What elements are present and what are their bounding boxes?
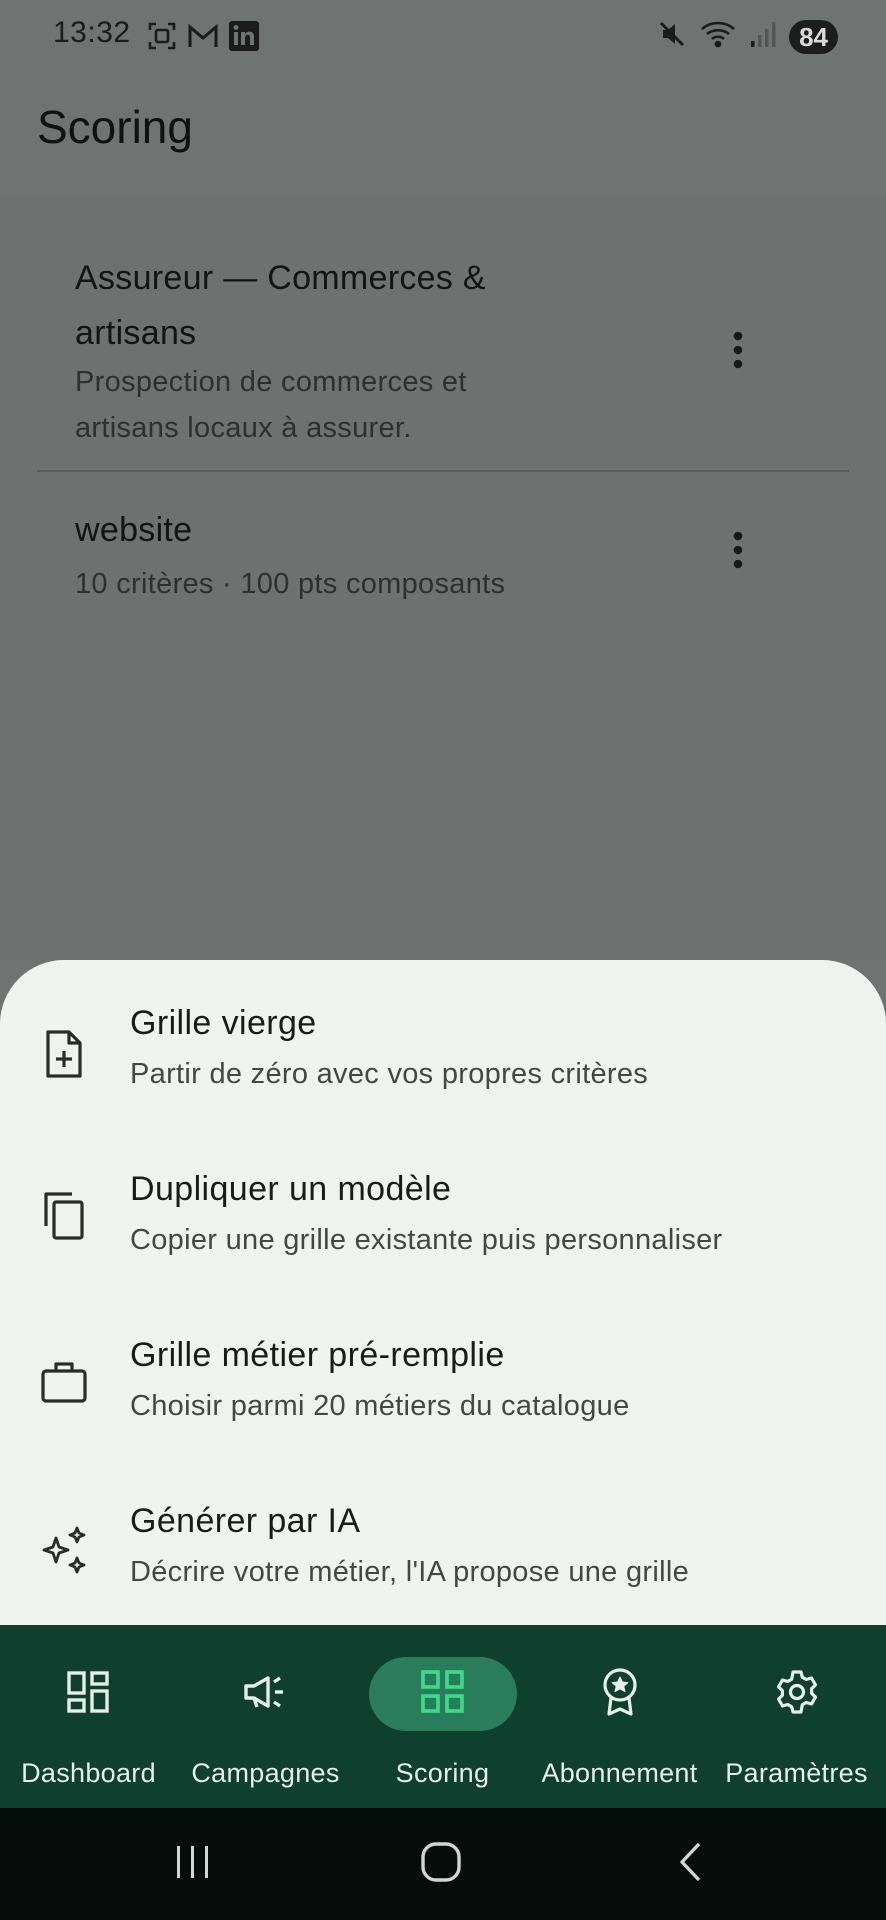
badge-icon — [600, 1667, 640, 1722]
grid-subtitle: Prospection de commerces et artisans loc… — [75, 366, 467, 444]
option-title: Dupliquer un modèle — [130, 1170, 452, 1208]
grid-icon — [420, 1669, 466, 1720]
linkedin-icon — [228, 20, 260, 57]
option-subtitle: Choisir parmi 20 métiers du catalogue — [130, 1390, 630, 1422]
sparkles-icon — [38, 1524, 90, 1576]
grid-subtitle: 10 critères · 100 pts composants — [75, 568, 506, 600]
signal-icon — [749, 19, 777, 54]
home-icon — [420, 1841, 462, 1888]
nav-pill — [723, 1657, 871, 1731]
gmail-icon — [186, 20, 220, 57]
grid-title: website — [75, 511, 193, 549]
list-item[interactable]: Assureur — Commerces & artisans Prospect… — [0, 196, 886, 472]
briefcase-icon — [38, 1356, 90, 1408]
nav-pill — [15, 1657, 163, 1731]
option-prefilled-grid[interactable]: Grille métier pré-remplie Choisir parmi … — [0, 1306, 886, 1466]
system-navigation-bar — [0, 1808, 886, 1920]
option-subtitle: Partir de zéro avec vos propres critères — [130, 1058, 649, 1090]
battery-indicator: 84 — [789, 19, 838, 54]
recent-apps-icon — [173, 1844, 213, 1885]
nav-label: Paramètres — [725, 1758, 868, 1788]
status-notification-icons — [146, 20, 260, 57]
status-system-icons: 84 — [657, 18, 838, 55]
nav-label: Abonnement — [541, 1758, 698, 1788]
option-ai-generate[interactable]: Générer par IA Décrire votre métier, l'I… — [0, 1472, 886, 1632]
option-blank-grid[interactable]: Grille vierge Partir de zéro avec vos pr… — [0, 974, 886, 1134]
home-button[interactable] — [401, 1834, 481, 1894]
list-item[interactable]: website 10 critères · 100 pts composants — [0, 472, 886, 642]
create-grid-bottom-sheet: Grille vierge Partir de zéro avec vos pr… — [0, 960, 886, 1625]
option-subtitle: Copier une grille existante puis personn… — [130, 1224, 723, 1256]
dashboard-icon — [66, 1670, 112, 1719]
app-bar: Scoring — [0, 72, 886, 196]
option-title: Grille métier pré-remplie — [130, 1336, 505, 1374]
option-title: Grille vierge — [130, 1004, 317, 1042]
nav-label: Campagnes — [191, 1758, 340, 1788]
back-button[interactable] — [650, 1834, 730, 1894]
option-duplicate-template[interactable]: Dupliquer un modèle Copier une grille ex… — [0, 1140, 886, 1300]
status-time: 13:32 — [53, 16, 131, 49]
nav-pill — [546, 1657, 694, 1731]
nav-pill-active — [368, 1657, 517, 1731]
nav-label: Dashboard — [21, 1758, 156, 1788]
more-vert-icon — [732, 330, 744, 375]
page-title: Scoring — [37, 101, 193, 153]
option-subtitle: Décrire votre métier, l'IA propose une g… — [130, 1556, 690, 1588]
grid-list: Assureur — Commerces & artisans Prospect… — [0, 196, 886, 960]
nav-item-parametres[interactable]: Paramètres — [708, 1625, 885, 1808]
nav-item-campagnes[interactable]: Campagnes — [177, 1625, 354, 1808]
back-icon — [677, 1841, 703, 1888]
more-options-button[interactable] — [718, 322, 758, 382]
gear-icon — [774, 1669, 820, 1720]
bottom-navigation: Dashboard Campagnes Scoring Abonnement P… — [0, 1625, 886, 1808]
nav-item-dashboard[interactable]: Dashboard — [0, 1625, 177, 1808]
nav-item-abonnement[interactable]: Abonnement — [531, 1625, 708, 1808]
recent-apps-button[interactable] — [153, 1834, 233, 1894]
nav-pill — [192, 1657, 340, 1731]
mute-icon — [657, 19, 687, 54]
file-plus-icon — [38, 1028, 90, 1080]
nav-label: Scoring — [395, 1758, 490, 1788]
grid-title: Assureur — Commerces & artisans — [75, 259, 486, 352]
copy-icon — [38, 1190, 90, 1242]
nav-item-scoring[interactable]: Scoring — [354, 1625, 531, 1808]
more-options-button[interactable] — [718, 522, 758, 582]
status-bar: 13:32 84 — [0, 0, 886, 72]
wifi-icon — [699, 18, 737, 55]
screenshot-icon — [146, 20, 178, 57]
option-title: Générer par IA — [130, 1502, 361, 1540]
megaphone-icon — [242, 1672, 290, 1717]
more-vert-icon — [732, 530, 744, 575]
